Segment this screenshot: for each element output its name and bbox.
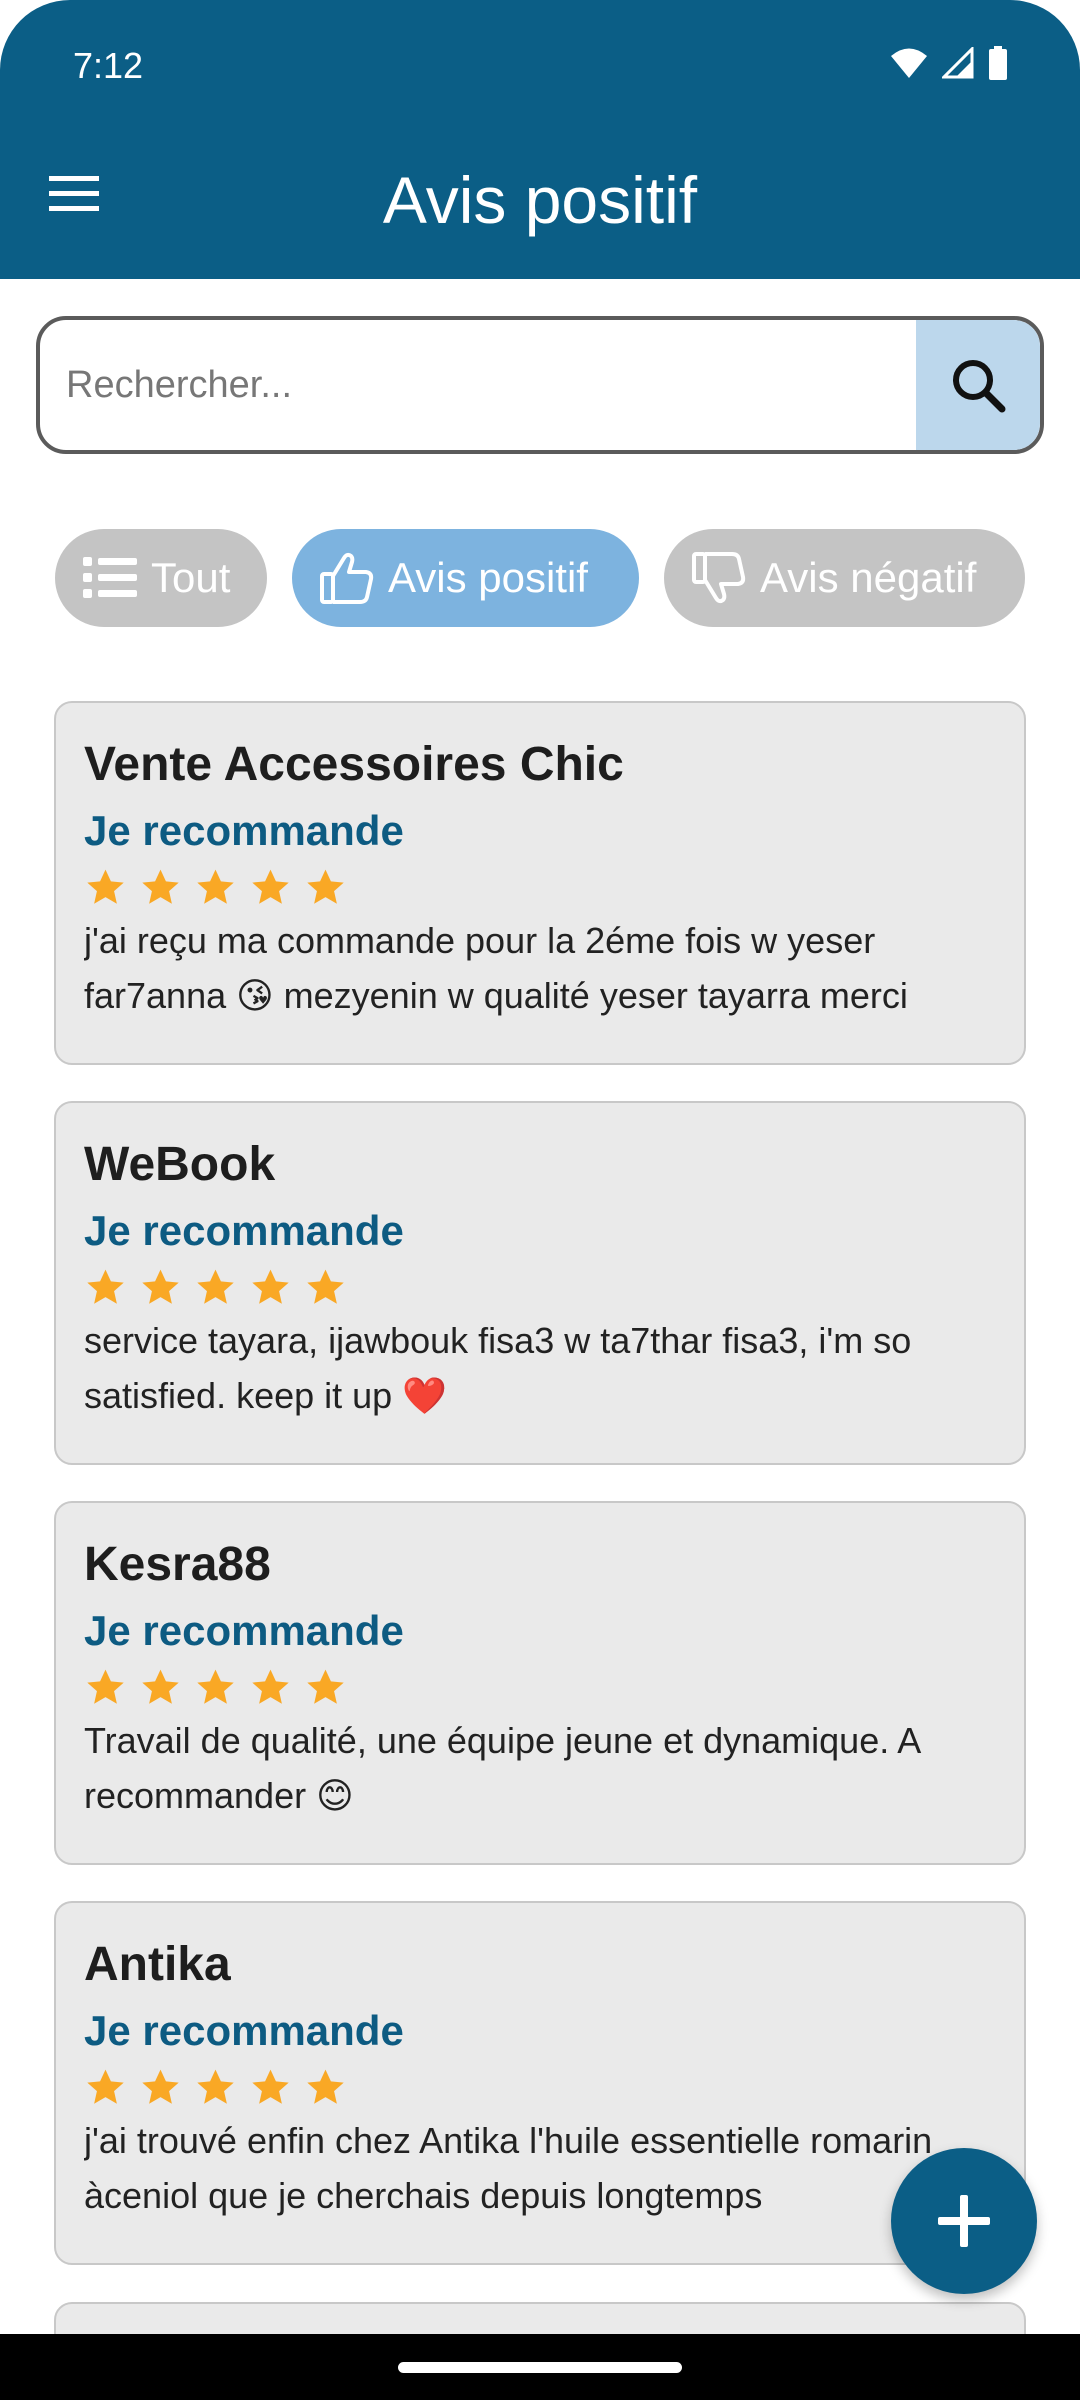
review-author: Kesra88 [84, 1538, 271, 1591]
review-verdict: Je recommande [84, 807, 404, 854]
review-card[interactable]: WeBook Je recommande service tayara, ija… [54, 1101, 1026, 1465]
star-rating [84, 1267, 347, 1309]
review-text: j'ai trouvé enfin chez Antika l'huile es… [84, 2120, 933, 2216]
star-icon [197, 2069, 234, 2104]
review-verdict: Je recommande [84, 1207, 404, 1254]
thumbs-up-icon [320, 552, 374, 604]
review-card[interactable]: Vente Accessoires Chic Je recommande j'a… [54, 701, 1026, 1065]
home-gesture-handle[interactable] [398, 2362, 682, 2373]
filter-chip-positive[interactable]: Avis positif [292, 529, 639, 627]
star-icon [87, 869, 124, 904]
search-input[interactable] [66, 320, 946, 450]
system-nav-bar [0, 2334, 1080, 2400]
star-icon [142, 1669, 179, 1704]
filter-chip-all[interactable]: Tout [55, 529, 267, 627]
review-text: service tayara, ijawbouk fisa3 w ta7thar… [84, 1320, 912, 1416]
status-time: 7:12 [73, 45, 144, 86]
star-icon [252, 1269, 289, 1304]
star-icon [307, 1269, 344, 1304]
star-rating [84, 2067, 347, 2109]
star-icon [252, 2069, 289, 2104]
star-rating [84, 867, 347, 909]
star-icon [87, 1669, 124, 1704]
review-author: WeBook [84, 1138, 276, 1191]
review-author: Vente Accessoires Chic [84, 738, 624, 791]
review-text: Travail de qualité, une équipe jeune et … [84, 1720, 920, 1816]
thumbs-down-icon [692, 552, 746, 604]
star-icon [252, 1669, 289, 1704]
review-author: Antika [84, 1938, 231, 1991]
star-icon [142, 1269, 179, 1304]
star-rating [84, 1667, 347, 1709]
status-icons [890, 46, 1008, 80]
add-review-button[interactable] [891, 2148, 1037, 2294]
search-icon [953, 360, 1006, 413]
star-icon [197, 1269, 234, 1304]
star-icon [142, 869, 179, 904]
app-bar: 7:12 Avis positif [0, 0, 1080, 279]
star-icon [307, 1669, 344, 1704]
screen: 7:12 Avis positif Rechercher... Tout Avi… [0, 0, 1080, 2400]
star-icon [197, 869, 234, 904]
star-icon [307, 869, 344, 904]
list-icon [83, 557, 137, 598]
filter-chip-label: Avis négatif [760, 554, 977, 601]
review-card[interactable]: Kesra88 Je recommande Travail de qualité… [54, 1501, 1026, 1865]
page-title: Avis positif [382, 163, 698, 237]
battery-icon [989, 46, 1007, 80]
filter-chip-label: Avis positif [388, 554, 588, 601]
signal-icon [942, 47, 974, 79]
review-verdict: Je recommande [84, 2007, 404, 2054]
plus-icon [938, 2195, 990, 2247]
review-text: j'ai reçu ma commande pour la 2éme fois … [84, 920, 908, 1016]
review-card[interactable]: Antika Je recommande j'ai trouvé enfin c… [54, 1901, 1026, 2265]
search-bar [36, 316, 1044, 454]
filter-chip-negative[interactable]: Avis négatif [664, 529, 1025, 627]
star-icon [142, 2069, 179, 2104]
star-icon [87, 1269, 124, 1304]
star-icon [87, 2069, 124, 2104]
star-icon [252, 869, 289, 904]
star-icon [197, 1669, 234, 1704]
filter-chip-label: Tout [151, 554, 231, 601]
star-icon [307, 2069, 344, 2104]
wifi-icon [891, 48, 927, 78]
search-button[interactable] [916, 320, 1040, 450]
review-verdict: Je recommande [84, 1607, 404, 1654]
